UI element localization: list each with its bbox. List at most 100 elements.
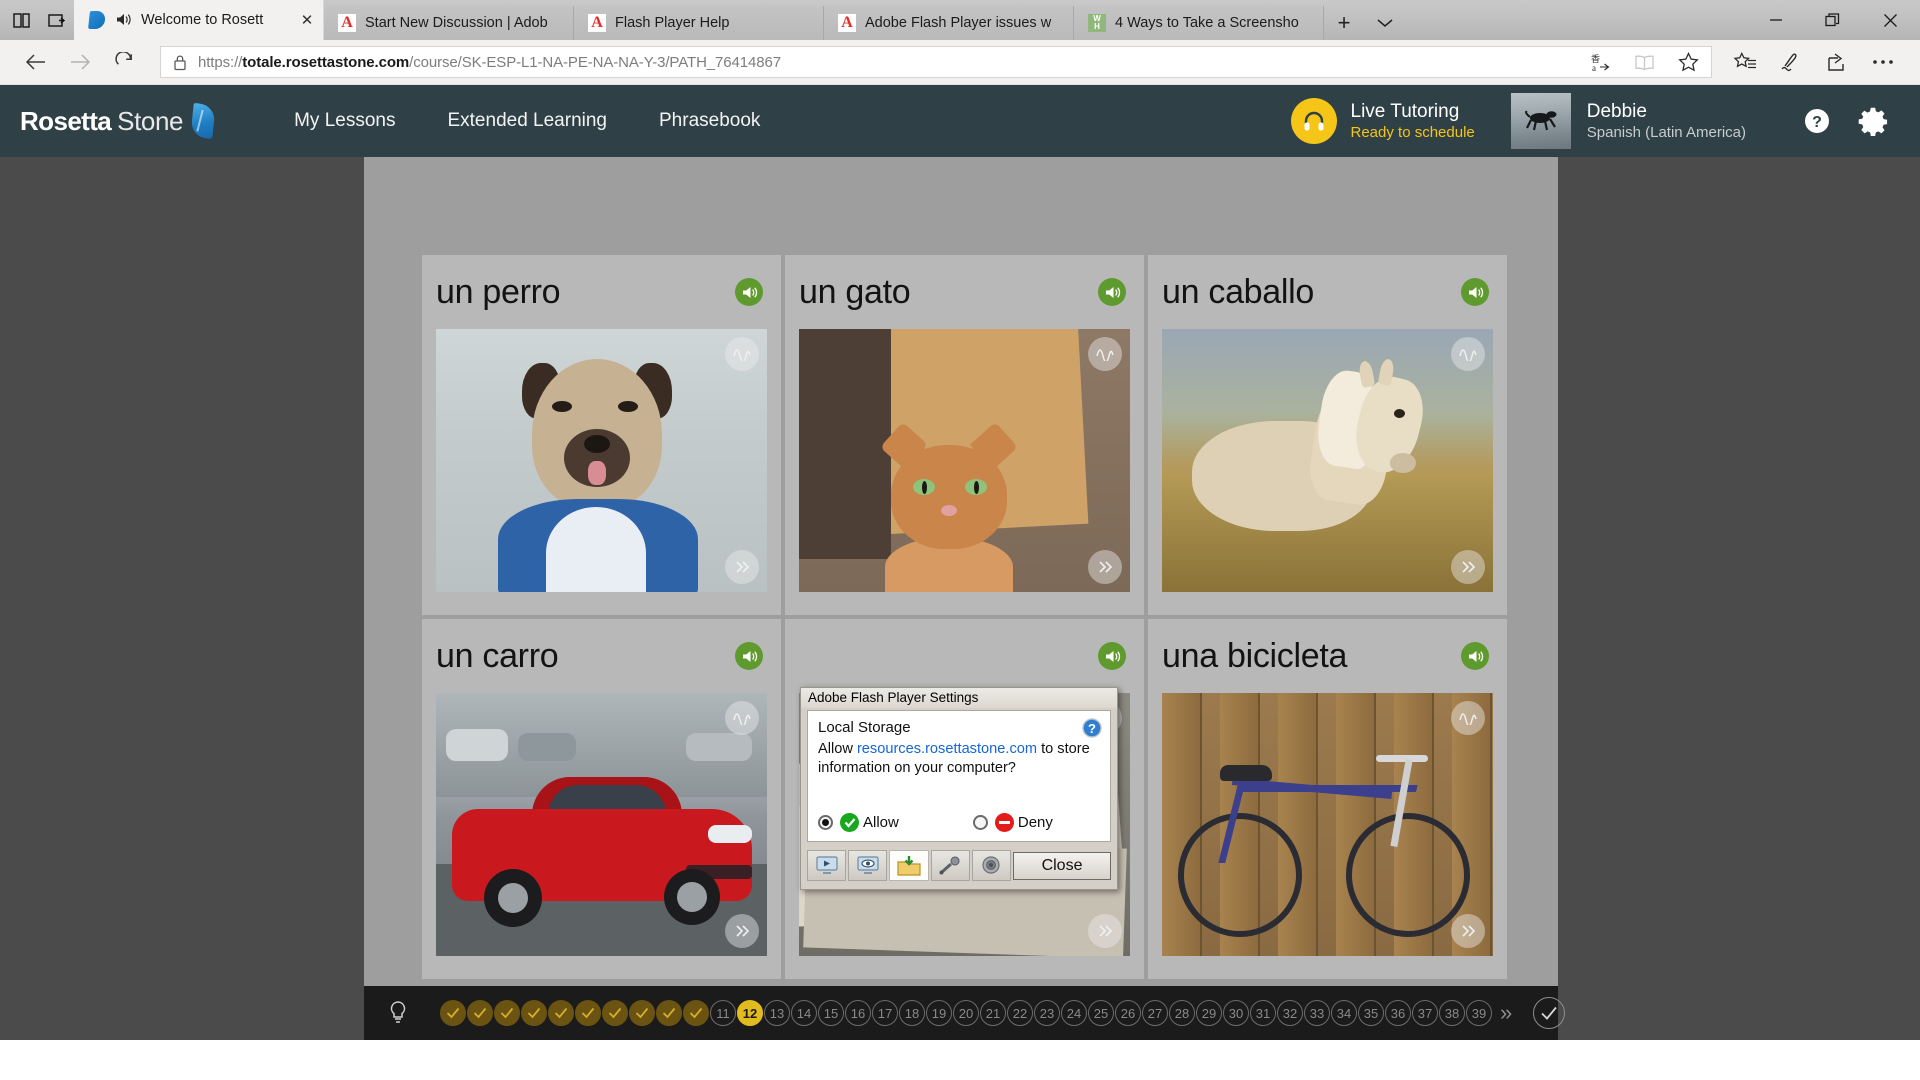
- reading-view-icon[interactable]: [1627, 47, 1661, 77]
- progress-step-35[interactable]: 35: [1358, 1000, 1384, 1026]
- close-button[interactable]: Close: [1013, 852, 1111, 880]
- progress-more-icon[interactable]: »: [1500, 1000, 1507, 1026]
- progress-step-26[interactable]: 26: [1115, 1000, 1141, 1026]
- progress-step-3[interactable]: [494, 1000, 520, 1026]
- tab-audio-icon[interactable]: [115, 12, 132, 29]
- tab-close-icon[interactable]: ✕: [299, 11, 315, 29]
- progress-step-25[interactable]: 25: [1088, 1000, 1114, 1026]
- double-chevron-icon[interactable]: [1088, 550, 1122, 584]
- maximize-button[interactable]: [1804, 0, 1860, 40]
- nav-item-extended-learning[interactable]: Extended Learning: [421, 110, 633, 132]
- progress-step-7[interactable]: [602, 1000, 628, 1026]
- lightbulb-icon[interactable]: [378, 1000, 418, 1026]
- progress-step-19[interactable]: 19: [926, 1000, 952, 1026]
- split-screen-icon[interactable]: [10, 9, 32, 31]
- camera-icon[interactable]: [972, 850, 1011, 881]
- double-chevron-icon[interactable]: [1088, 914, 1122, 948]
- progress-step-18[interactable]: 18: [899, 1000, 925, 1026]
- progress-step-23[interactable]: 23: [1034, 1000, 1060, 1026]
- check-icon[interactable]: [1533, 997, 1565, 1029]
- back-button[interactable]: [14, 43, 58, 81]
- help-icon[interactable]: ?: [1792, 108, 1842, 134]
- progress-step-14[interactable]: 14: [791, 1000, 817, 1026]
- user-profile[interactable]: Debbie Spanish (Latin America): [1511, 93, 1746, 149]
- gear-icon[interactable]: [1848, 106, 1898, 136]
- browser-tab-1[interactable]: A Start New Discussion | Adob: [324, 6, 574, 40]
- progress-step-17[interactable]: 17: [872, 1000, 898, 1026]
- waveform-icon[interactable]: [1451, 701, 1485, 735]
- speaker-icon[interactable]: [735, 642, 763, 670]
- progress-step-20[interactable]: 20: [953, 1000, 979, 1026]
- favorite-star-icon[interactable]: [1671, 47, 1705, 77]
- lesson-card-2[interactable]: un caballo: [1148, 255, 1507, 615]
- double-chevron-icon[interactable]: [1451, 550, 1485, 584]
- waveform-icon[interactable]: [1451, 337, 1485, 371]
- lesson-card-1[interactable]: un gato: [785, 255, 1144, 615]
- progress-step-21[interactable]: 21: [980, 1000, 1006, 1026]
- address-bar[interactable]: https://totale.rosettastone.com/course/S…: [160, 46, 1712, 78]
- progress-step-39[interactable]: 39: [1466, 1000, 1492, 1026]
- nav-item-phrasebook[interactable]: Phrasebook: [633, 110, 786, 132]
- speaker-icon[interactable]: [1098, 642, 1126, 670]
- progress-step-2[interactable]: [467, 1000, 493, 1026]
- favorites-hub-icon[interactable]: [1722, 43, 1768, 81]
- speaker-icon[interactable]: [1461, 278, 1489, 306]
- minimize-button[interactable]: [1748, 0, 1804, 40]
- deny-label[interactable]: Deny: [1018, 814, 1053, 831]
- progress-step-13[interactable]: 13: [764, 1000, 790, 1026]
- help-icon[interactable]: ?: [1082, 718, 1102, 738]
- local-storage-icon[interactable]: [889, 850, 928, 881]
- browser-tab-3[interactable]: A Adobe Flash Player issues w: [824, 6, 1074, 40]
- lesson-card-3[interactable]: un carro: [422, 619, 781, 979]
- progress-step-38[interactable]: 38: [1439, 1000, 1465, 1026]
- rosetta-stone-logo[interactable]: Rosetta Stone: [20, 104, 214, 138]
- browser-tab-2[interactable]: A Flash Player Help: [574, 6, 824, 40]
- lesson-card-5[interactable]: una bicicleta: [1148, 619, 1507, 979]
- browser-tab-0[interactable]: Welcome to Rosett ✕: [74, 0, 324, 40]
- progress-step-29[interactable]: 29: [1196, 1000, 1222, 1026]
- progress-step-24[interactable]: 24: [1061, 1000, 1087, 1026]
- chevron-down-icon[interactable]: [1364, 6, 1406, 40]
- speaker-icon[interactable]: [735, 278, 763, 306]
- waveform-icon[interactable]: [725, 701, 759, 735]
- nav-item-my-lessons[interactable]: My Lessons: [268, 110, 421, 132]
- set-aside-tabs-icon[interactable]: [46, 9, 68, 31]
- more-icon[interactable]: [1860, 43, 1906, 81]
- progress-step-34[interactable]: 34: [1331, 1000, 1357, 1026]
- progress-step-33[interactable]: 33: [1304, 1000, 1330, 1026]
- progress-step-8[interactable]: [629, 1000, 655, 1026]
- refresh-button[interactable]: [102, 43, 146, 81]
- progress-step-6[interactable]: [575, 1000, 601, 1026]
- progress-step-1[interactable]: [440, 1000, 466, 1026]
- forward-button[interactable]: [58, 43, 102, 81]
- progress-step-11[interactable]: 11: [710, 1000, 736, 1026]
- card-image[interactable]: [1162, 693, 1493, 956]
- web-note-icon[interactable]: [1768, 43, 1814, 81]
- progress-step-28[interactable]: 28: [1169, 1000, 1195, 1026]
- speaker-icon[interactable]: [1461, 642, 1489, 670]
- privacy-icon[interactable]: [848, 850, 887, 881]
- progress-step-9[interactable]: [656, 1000, 682, 1026]
- question-domain-link[interactable]: resources.rosettastone.com: [857, 741, 1037, 757]
- progress-step-16[interactable]: 16: [845, 1000, 871, 1026]
- browser-tab-4[interactable]: WH 4 Ways to Take a Screensho: [1074, 6, 1324, 40]
- card-image[interactable]: [436, 329, 767, 592]
- allow-label[interactable]: Allow: [863, 814, 899, 831]
- deny-radio[interactable]: [973, 815, 988, 830]
- microphone-icon[interactable]: [931, 850, 970, 881]
- live-tutoring-button[interactable]: Live Tutoring Ready to schedule: [1291, 98, 1475, 144]
- allow-radio[interactable]: [818, 815, 833, 830]
- flash-player-settings-dialog[interactable]: Adobe Flash Player Settings Local Storag…: [800, 687, 1118, 890]
- card-image[interactable]: [436, 693, 767, 956]
- progress-step-30[interactable]: 30: [1223, 1000, 1249, 1026]
- progress-step-31[interactable]: 31: [1250, 1000, 1276, 1026]
- card-image[interactable]: [1162, 329, 1493, 592]
- double-chevron-icon[interactable]: [725, 550, 759, 584]
- display-icon[interactable]: [807, 850, 846, 881]
- new-tab-button[interactable]: +: [1324, 6, 1364, 40]
- progress-step-10[interactable]: [683, 1000, 709, 1026]
- progress-step-5[interactable]: [548, 1000, 574, 1026]
- progress-step-22[interactable]: 22: [1007, 1000, 1033, 1026]
- waveform-icon[interactable]: [725, 337, 759, 371]
- lesson-card-0[interactable]: un perro: [422, 255, 781, 615]
